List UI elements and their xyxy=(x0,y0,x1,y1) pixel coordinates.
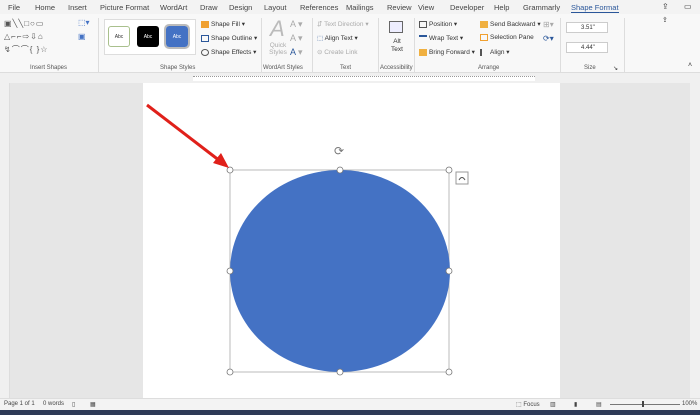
page-count: Page 1 of 1 xyxy=(4,401,35,407)
rotation-handle-icon: ⟳ xyxy=(334,144,344,158)
focus-button[interactable]: ⬚ Focus xyxy=(516,401,540,408)
read-mode-icon[interactable]: ▥ xyxy=(550,401,556,408)
print-layout-icon[interactable]: ▮ xyxy=(574,401,577,408)
zoom-level[interactable]: 100% xyxy=(682,401,697,407)
status-bar: Page 1 of 1 0 words ▯ ▦ ⬚ Focus ▥ ▮ ▤ 10… xyxy=(0,398,700,410)
red-arrow xyxy=(146,103,221,163)
macro-icon[interactable]: ▦ xyxy=(90,401,96,408)
proofing-icon[interactable]: ▯ xyxy=(72,401,75,408)
zoom-slider-thumb[interactable] xyxy=(642,401,644,407)
taskbar xyxy=(0,410,700,415)
zoom-slider[interactable] xyxy=(610,404,680,405)
web-layout-icon[interactable]: ▤ xyxy=(596,401,602,408)
word-count[interactable]: 0 words xyxy=(43,401,64,407)
canvas-overlay: ⟳ xyxy=(146,103,469,376)
oval-shape[interactable] xyxy=(230,170,450,372)
